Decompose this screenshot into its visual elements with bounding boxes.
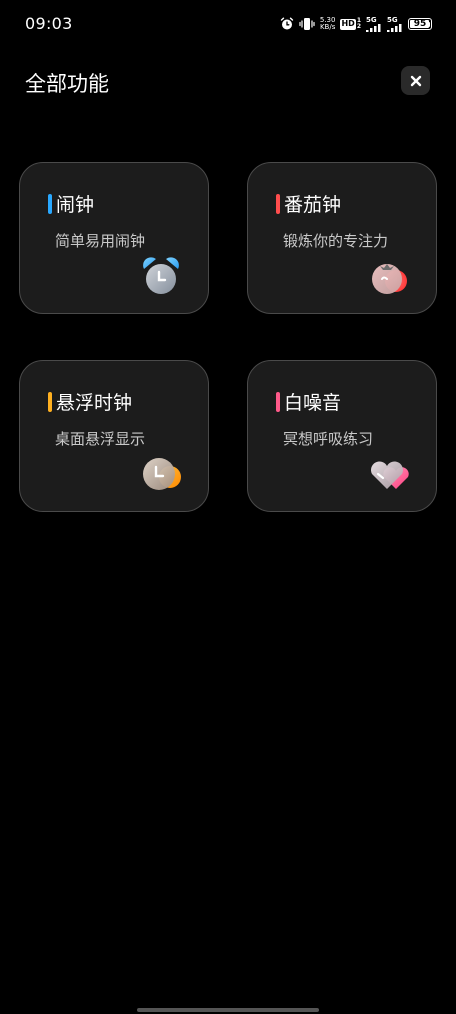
signal-bars-icon: [387, 23, 402, 32]
signal-sim2-label: 5G: [387, 15, 398, 24]
card-title-row: 闹钟: [48, 190, 94, 217]
hd-badge: HD 1 2: [340, 18, 361, 30]
heart-icon: [368, 453, 410, 495]
card-title-row: 悬浮时钟: [48, 388, 132, 415]
card-title-row: 番茄钟: [276, 190, 341, 217]
card-title: 悬浮时钟: [56, 392, 133, 414]
signal-bars-icon: [366, 23, 381, 32]
card-title: 闹钟: [56, 194, 95, 216]
tomato-icon: [368, 255, 410, 297]
signal-sim2: 5G: [387, 15, 403, 32]
vibrate-icon: [299, 17, 315, 31]
card-subtitle: 桌面悬浮显示: [55, 430, 146, 448]
accent-bar: [48, 193, 52, 214]
card-subtitle: 简单易用闹钟: [55, 232, 146, 250]
card-subtitle: 冥想呼吸练习: [283, 430, 374, 448]
hd-sim-numbers: 1 2: [357, 18, 361, 30]
alarm-status-icon: [280, 17, 294, 31]
battery-icon: 95: [408, 18, 432, 30]
signal-sim1-label: 5G: [366, 15, 377, 24]
status-time: 09:03: [25, 14, 73, 33]
accent-bar: [48, 391, 52, 412]
accent-bar: [276, 391, 280, 412]
card-floating-clock[interactable]: 悬浮时钟 桌面悬浮显示: [19, 360, 209, 512]
page-title: 全部功能: [25, 72, 109, 96]
card-title-row: 白噪音: [276, 388, 341, 415]
floating-clock-icon: [140, 453, 182, 495]
card-subtitle: 锻炼你的专注力: [283, 232, 389, 250]
battery-level: 95: [413, 19, 427, 29]
home-indicator[interactable]: [137, 1008, 319, 1012]
card-title: 番茄钟: [284, 194, 342, 216]
card-alarm[interactable]: 闹钟 简单易用闹钟: [19, 162, 209, 314]
hd-label: HD: [340, 18, 356, 30]
card-white-noise[interactable]: 白噪音 冥想呼吸练习: [247, 360, 437, 512]
network-speed: 5.30 KB/s: [320, 17, 336, 31]
alarm-clock-icon: [140, 255, 182, 297]
close-button[interactable]: [401, 66, 430, 95]
network-speed-unit: KB/s: [319, 23, 336, 31]
status-bar: 09:03 5.30 KB/s HD 1 2 5G 5G 95: [0, 0, 456, 48]
close-icon: [410, 75, 421, 86]
signal-sim1: 5G: [366, 15, 382, 32]
accent-bar: [276, 193, 280, 214]
card-title: 白噪音: [284, 392, 342, 414]
hd-sim-2: 2: [356, 23, 361, 30]
status-icons: 5.30 KB/s HD 1 2 5G 5G 95: [280, 15, 432, 33]
card-tomato[interactable]: 番茄钟 锻炼你的专注力: [247, 162, 437, 314]
battery-indicator: 95: [408, 18, 432, 30]
